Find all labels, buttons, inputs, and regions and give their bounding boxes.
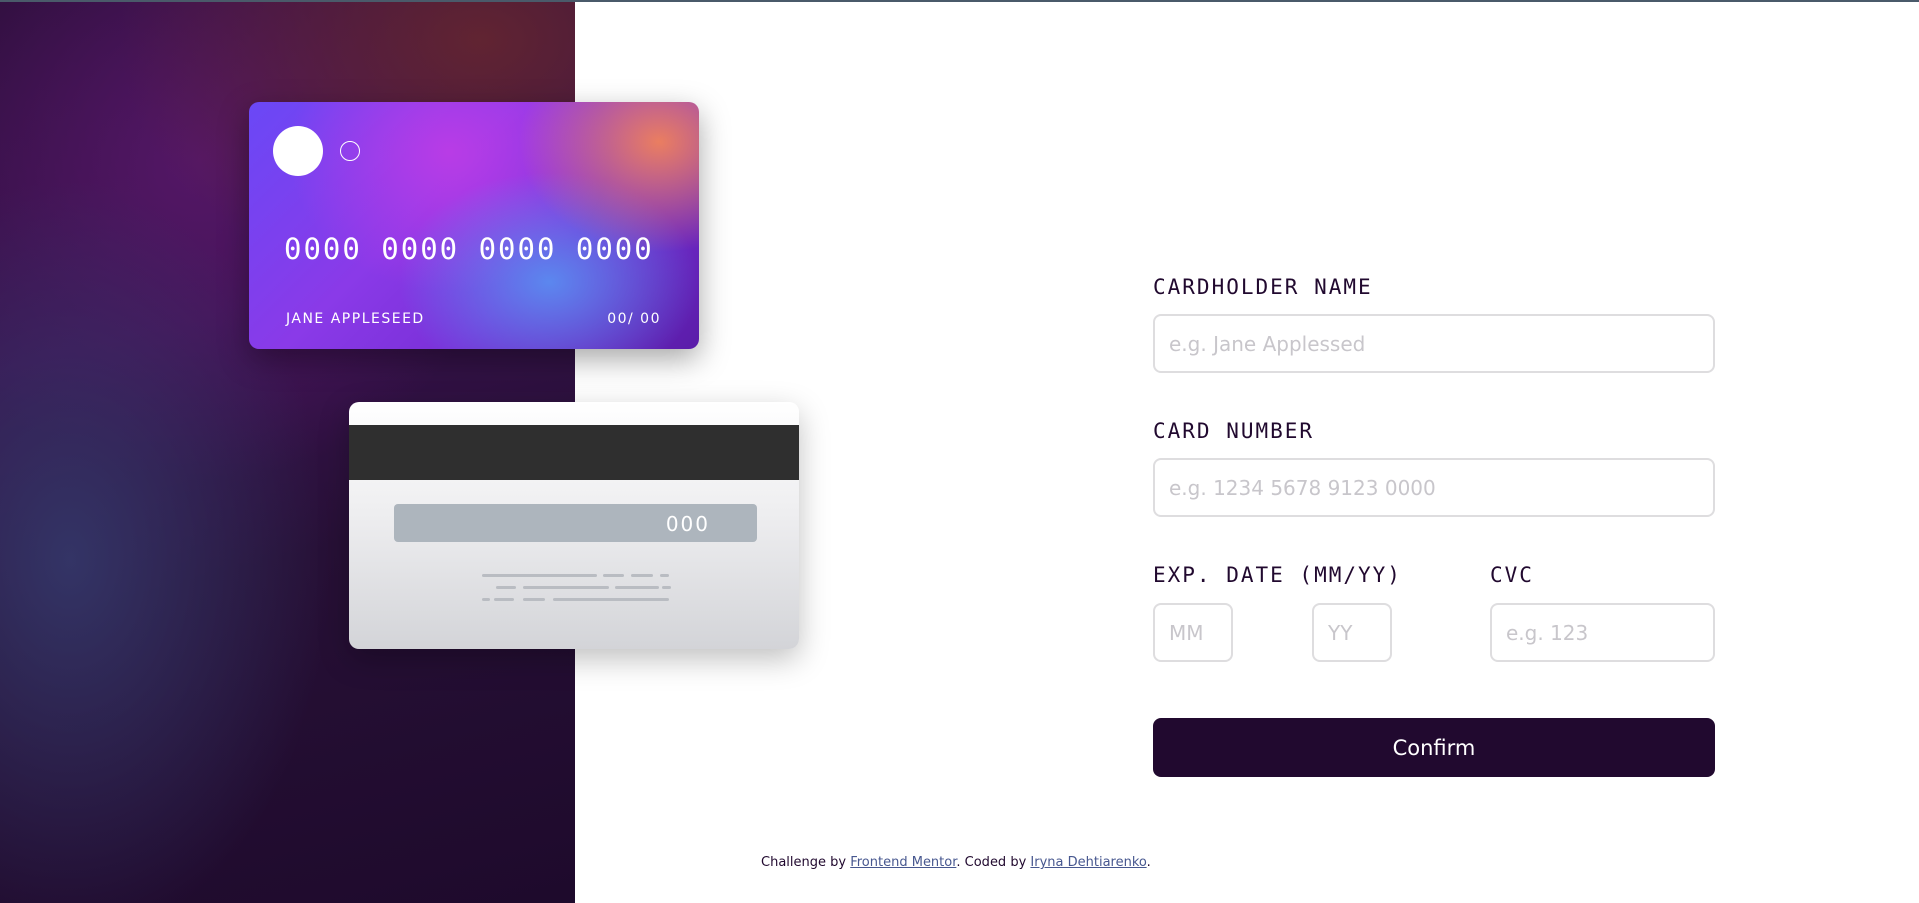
signature-strip: 000 (394, 504, 757, 542)
card-front-holder-name: JANE APPLESEED (286, 311, 425, 327)
card-front: 0000 0000 0000 0000 JANE APPLESEED 00/ 0… (249, 102, 699, 349)
cvc-label: CVC (1490, 563, 1534, 587)
exp-year-input[interactable] (1312, 603, 1392, 662)
card-back-fine-print-line (523, 586, 609, 589)
card-back-fine-print-line (615, 586, 659, 589)
card-number-label: CARD NUMBER (1153, 419, 1315, 443)
footer-prefix: Challenge by (761, 855, 851, 870)
page: 000 0000 0000 0000 0000 JANE APPLESEED 0… (0, 0, 1919, 903)
card-back-fine-print-line (494, 598, 514, 601)
card-back-fine-print-line (482, 598, 490, 601)
footer-suffix: . (1146, 855, 1151, 870)
card-front-number: 0000 0000 0000 0000 (284, 232, 654, 266)
author-link[interactable]: Iryna Dehtiarenko (1030, 855, 1146, 870)
card-number-input[interactable] (1153, 458, 1715, 517)
card-logo-outline-circle-icon (340, 141, 360, 161)
cardholder-name-label: CARDHOLDER NAME (1153, 275, 1373, 299)
attribution-footer: Challenge by Frontend Mentor. Coded by I… (761, 855, 1151, 870)
card-back-fine-print-line (660, 574, 669, 577)
exp-month-input[interactable] (1153, 603, 1233, 662)
card-back: 000 (349, 402, 799, 649)
magnetic-stripe (349, 425, 799, 480)
card-back-fine-print-line (496, 586, 516, 589)
card-back-fine-print-line (662, 586, 671, 589)
frontend-mentor-link[interactable]: Frontend Mentor (850, 855, 956, 870)
card-back-fine-print-line (631, 574, 653, 577)
card-back-fine-print-line (523, 598, 545, 601)
card-back-fine-print-line (482, 574, 597, 577)
footer-middle: . Coded by (956, 855, 1031, 870)
card-back-cvc: 000 (665, 512, 710, 536)
exp-date-label: EXP. DATE (MM/YY) (1153, 563, 1402, 587)
card-logo-filled-circle-icon (273, 126, 323, 176)
card-front-expiry: 00/ 00 (607, 311, 661, 327)
confirm-button[interactable]: Confirm (1153, 718, 1715, 777)
cardholder-name-input[interactable] (1153, 314, 1715, 373)
cvc-input[interactable] (1490, 603, 1715, 662)
card-back-fine-print-line (553, 598, 669, 601)
top-border (0, 0, 1919, 2)
card-back-fine-print-line (603, 574, 624, 577)
